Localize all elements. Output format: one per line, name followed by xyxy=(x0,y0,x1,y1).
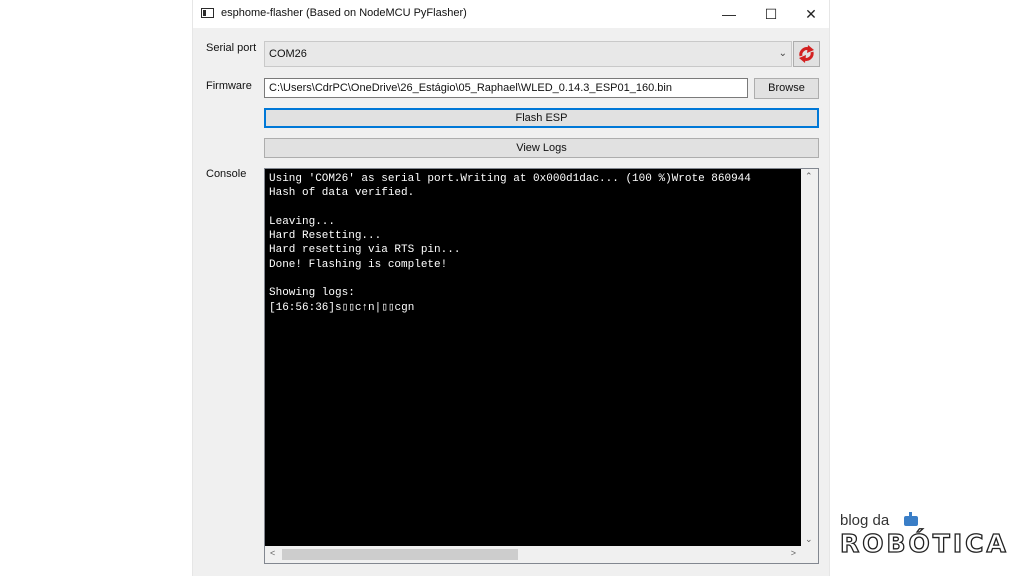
scroll-left-icon[interactable]: < xyxy=(270,548,275,558)
chevron-down-icon: ⌄ xyxy=(778,48,787,59)
view-logs-button[interactable]: View Logs xyxy=(264,138,819,158)
logo-bottom-text: ROBÓTICA xyxy=(839,528,1009,558)
horizontal-scroll-thumb[interactable] xyxy=(282,549,518,560)
close-button[interactable]: ✕ xyxy=(793,0,829,28)
console-label: Console xyxy=(206,168,247,180)
console-vertical-scrollbar[interactable]: ⌃ ⌄ xyxy=(801,169,818,547)
app-window: esphome-flasher (Based on NodeMCU PyFlas… xyxy=(192,0,830,576)
firmware-label: Firmware xyxy=(206,80,252,92)
app-icon xyxy=(201,8,214,18)
scroll-right-icon[interactable]: > xyxy=(791,548,796,558)
scroll-up-icon[interactable]: ⌃ xyxy=(805,171,813,182)
flash-esp-button[interactable]: Flash ESP xyxy=(264,108,819,128)
blog-logo: blog da ROBÓTICA xyxy=(839,512,1020,562)
console-output[interactable]: Using 'COM26' as serial port.Writing at … xyxy=(264,168,819,564)
scrollbar-corner xyxy=(801,546,818,563)
browse-button[interactable]: Browse xyxy=(754,78,819,99)
scroll-down-icon[interactable]: ⌄ xyxy=(805,534,813,545)
console-text: Using 'COM26' as serial port.Writing at … xyxy=(269,173,751,314)
robot-icon xyxy=(904,512,918,526)
firmware-path-field[interactable]: C:\Users\CdrPC\OneDrive\26_Estágio\05_Ra… xyxy=(264,78,748,98)
serial-port-value: COM26 xyxy=(269,48,307,60)
serial-port-select[interactable]: COM26 ⌄ xyxy=(264,41,792,67)
refresh-icon xyxy=(799,45,814,63)
firmware-path-value: C:\Users\CdrPC\OneDrive\26_Estágio\05_Ra… xyxy=(269,82,672,94)
serial-port-label: Serial port xyxy=(206,42,257,54)
window-title: esphome-flasher (Based on NodeMCU PyFlas… xyxy=(221,7,467,19)
minimize-button[interactable]: — xyxy=(711,0,747,28)
reload-ports-button[interactable] xyxy=(793,41,820,67)
title-bar: esphome-flasher (Based on NodeMCU PyFlas… xyxy=(193,0,829,28)
logo-top-text: blog da xyxy=(840,512,890,529)
maximize-button[interactable]: ☐ xyxy=(753,0,789,28)
console-horizontal-scrollbar[interactable]: < > xyxy=(265,546,801,563)
